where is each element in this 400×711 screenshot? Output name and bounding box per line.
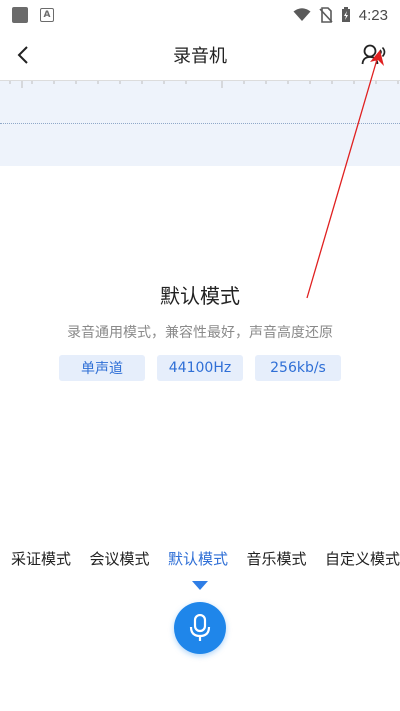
- page-title: 录音机: [173, 46, 227, 67]
- mode-description: 录音通用模式，兼容性最好，声音高度还原: [67, 325, 333, 341]
- battery-charging-icon: [341, 7, 350, 22]
- no-sim-icon: [319, 7, 333, 23]
- waveform-baseline: [0, 123, 400, 124]
- record-button[interactable]: [174, 602, 226, 654]
- notification-a-icon: A: [40, 8, 54, 22]
- active-tab-indicator: [192, 581, 208, 590]
- chevron-left-icon: [17, 46, 28, 64]
- tab-music-mode[interactable]: 音乐模式: [246, 548, 306, 574]
- microphone-icon: [189, 614, 211, 641]
- status-left: A: [12, 7, 54, 23]
- tab-custom-mode[interactable]: 自定义模式: [325, 548, 400, 574]
- mode-title: 默认模式: [160, 284, 240, 308]
- tab-evidence-mode[interactable]: 采证模式: [11, 548, 71, 574]
- mode-tabs: 采证模式 会议模式 默认模式 音乐模式 自定义模式: [0, 548, 400, 574]
- channel-tag: 单声道: [59, 355, 145, 381]
- bitrate-tag: 256kb/s: [255, 355, 341, 381]
- status-time: 4:23: [358, 6, 388, 24]
- mode-tags: 单声道 44100Hz 256kb/s: [0, 355, 400, 381]
- tab-default-mode[interactable]: 默认模式: [168, 548, 228, 574]
- voice-settings-button[interactable]: [360, 40, 390, 70]
- back-button[interactable]: [10, 42, 36, 68]
- sample-rate-tag: 44100Hz: [157, 355, 243, 381]
- tab-meeting-mode[interactable]: 会议模式: [89, 548, 149, 574]
- waveform-area: [0, 80, 400, 166]
- notification-square-icon: [12, 7, 28, 23]
- status-right: 4:23: [293, 7, 388, 24]
- status-bar: A 4:23: [0, 0, 400, 30]
- time-ruler: [0, 80, 400, 90]
- title-bar: 录音机: [0, 30, 400, 80]
- person-voice-icon: [361, 44, 386, 65]
- wifi-icon: [293, 8, 311, 21]
